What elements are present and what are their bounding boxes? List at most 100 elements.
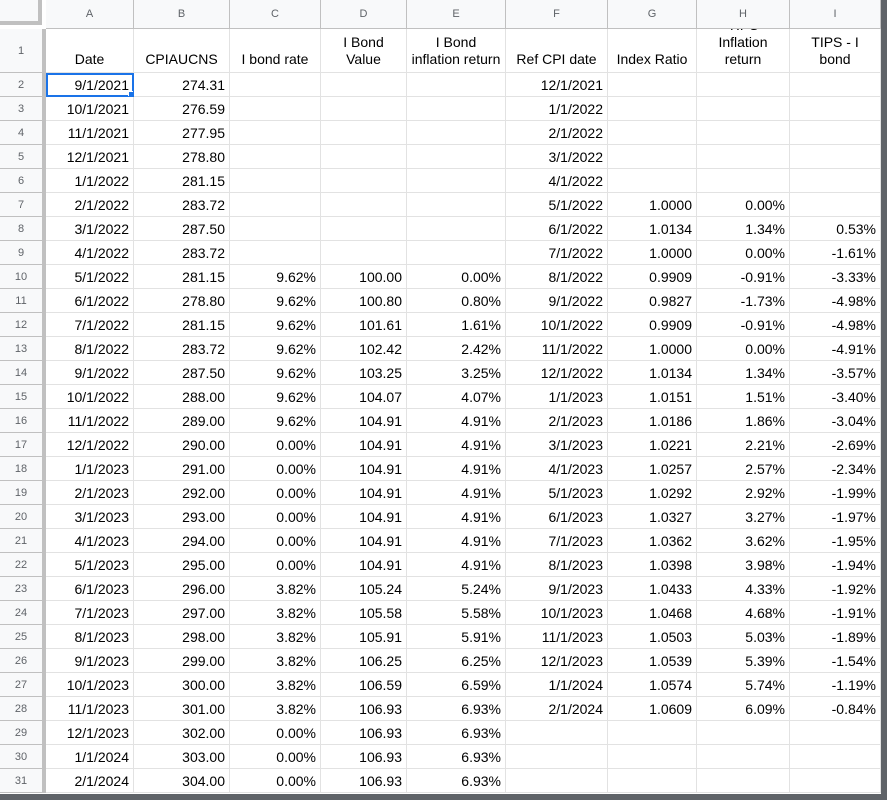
cell-e13[interactable]: 2.42% [407, 337, 506, 361]
cell-b20[interactable]: 293.00 [134, 505, 230, 529]
cell-h27[interactable]: 5.74% [697, 673, 790, 697]
cell-e8[interactable] [407, 217, 506, 241]
cell-h13[interactable]: 0.00% [697, 337, 790, 361]
cell-i17[interactable]: -2.69% [790, 433, 881, 457]
cell-f9[interactable]: 7/1/2022 [506, 241, 608, 265]
cell-c10[interactable]: 9.62% [230, 265, 321, 289]
cell-i9[interactable]: -1.61% [790, 241, 881, 265]
cell-c3[interactable] [230, 97, 321, 121]
cell-b13[interactable]: 283.72 [134, 337, 230, 361]
cell-a19[interactable]: 2/1/2023 [46, 481, 134, 505]
row-header-17[interactable]: 17 [0, 433, 42, 457]
cell-c17[interactable]: 0.00% [230, 433, 321, 457]
cell-i29[interactable] [790, 721, 881, 745]
cell-i21[interactable]: -1.95% [790, 529, 881, 553]
cell-f17[interactable]: 3/1/2023 [506, 433, 608, 457]
cell-b5[interactable]: 278.80 [134, 145, 230, 169]
cell-e21[interactable]: 4.91% [407, 529, 506, 553]
cell-g29[interactable] [608, 721, 697, 745]
header-cell-f[interactable]: Ref CPI date [506, 29, 608, 73]
row-header-4[interactable]: 4 [0, 121, 42, 145]
cell-f5[interactable]: 3/1/2022 [506, 145, 608, 169]
cell-b31[interactable]: 304.00 [134, 769, 230, 793]
cell-f12[interactable]: 10/1/2022 [506, 313, 608, 337]
cell-i24[interactable]: -1.91% [790, 601, 881, 625]
cell-i28[interactable]: -0.84% [790, 697, 881, 721]
cell-b8[interactable]: 287.50 [134, 217, 230, 241]
row-header-7[interactable]: 7 [0, 193, 42, 217]
cell-c29[interactable]: 0.00% [230, 721, 321, 745]
cell-g26[interactable]: 1.0539 [608, 649, 697, 673]
cell-b12[interactable]: 281.15 [134, 313, 230, 337]
cell-c2[interactable] [230, 73, 321, 97]
cell-a16[interactable]: 11/1/2022 [46, 409, 134, 433]
cell-a14[interactable]: 9/1/2022 [46, 361, 134, 385]
cell-b16[interactable]: 289.00 [134, 409, 230, 433]
row-header-27[interactable]: 27 [0, 673, 42, 697]
cell-d11[interactable]: 100.80 [321, 289, 407, 313]
cell-g9[interactable]: 1.0000 [608, 241, 697, 265]
cell-b21[interactable]: 294.00 [134, 529, 230, 553]
cell-d13[interactable]: 102.42 [321, 337, 407, 361]
cell-a31[interactable]: 2/1/2024 [46, 769, 134, 793]
cell-e23[interactable]: 5.24% [407, 577, 506, 601]
column-header-c[interactable]: C [230, 0, 321, 28]
cell-a26[interactable]: 9/1/2023 [46, 649, 134, 673]
row-header-1[interactable]: 1 [0, 29, 42, 73]
cell-c6[interactable] [230, 169, 321, 193]
row-header-30[interactable]: 30 [0, 745, 42, 769]
cell-d16[interactable]: 104.91 [321, 409, 407, 433]
cell-h22[interactable]: 3.98% [697, 553, 790, 577]
cell-c16[interactable]: 9.62% [230, 409, 321, 433]
cell-e26[interactable]: 6.25% [407, 649, 506, 673]
cell-f24[interactable]: 10/1/2023 [506, 601, 608, 625]
column-header-h[interactable]: H [697, 0, 790, 28]
cell-c28[interactable]: 3.82% [230, 697, 321, 721]
cell-c15[interactable]: 9.62% [230, 385, 321, 409]
row-header-14[interactable]: 14 [0, 361, 42, 385]
cell-g11[interactable]: 0.9827 [608, 289, 697, 313]
cell-e10[interactable]: 0.00% [407, 265, 506, 289]
cell-f7[interactable]: 5/1/2022 [506, 193, 608, 217]
cell-g10[interactable]: 0.9909 [608, 265, 697, 289]
cell-i8[interactable]: 0.53% [790, 217, 881, 241]
row-header-15[interactable]: 15 [0, 385, 42, 409]
cell-i23[interactable]: -1.92% [790, 577, 881, 601]
cell-d3[interactable] [321, 97, 407, 121]
cell-i7[interactable] [790, 193, 881, 217]
cell-i13[interactable]: -4.91% [790, 337, 881, 361]
cell-h15[interactable]: 1.51% [697, 385, 790, 409]
cell-d31[interactable]: 106.93 [321, 769, 407, 793]
cell-b15[interactable]: 288.00 [134, 385, 230, 409]
cell-e22[interactable]: 4.91% [407, 553, 506, 577]
cell-b27[interactable]: 300.00 [134, 673, 230, 697]
cell-i20[interactable]: -1.97% [790, 505, 881, 529]
cell-a18[interactable]: 1/1/2023 [46, 457, 134, 481]
cell-d6[interactable] [321, 169, 407, 193]
cell-i31[interactable] [790, 769, 881, 793]
row-header-23[interactable]: 23 [0, 577, 42, 601]
cell-f4[interactable]: 2/1/2022 [506, 121, 608, 145]
row-header-6[interactable]: 6 [0, 169, 42, 193]
row-header-10[interactable]: 10 [0, 265, 42, 289]
cell-c9[interactable] [230, 241, 321, 265]
cell-b24[interactable]: 297.00 [134, 601, 230, 625]
cell-h28[interactable]: 6.09% [697, 697, 790, 721]
cell-d27[interactable]: 106.59 [321, 673, 407, 697]
row-header-9[interactable]: 9 [0, 241, 42, 265]
cell-e11[interactable]: 0.80% [407, 289, 506, 313]
cell-i15[interactable]: -3.40% [790, 385, 881, 409]
cell-b17[interactable]: 290.00 [134, 433, 230, 457]
cell-i19[interactable]: -1.99% [790, 481, 881, 505]
cell-a10[interactable]: 5/1/2022 [46, 265, 134, 289]
cell-b29[interactable]: 302.00 [134, 721, 230, 745]
cell-a8[interactable]: 3/1/2022 [46, 217, 134, 241]
cell-c7[interactable] [230, 193, 321, 217]
cell-g30[interactable] [608, 745, 697, 769]
cell-h3[interactable] [697, 97, 790, 121]
cell-e27[interactable]: 6.59% [407, 673, 506, 697]
cell-e2[interactable] [407, 73, 506, 97]
cell-f11[interactable]: 9/1/2022 [506, 289, 608, 313]
row-header-11[interactable]: 11 [0, 289, 42, 313]
row-header-16[interactable]: 16 [0, 409, 42, 433]
